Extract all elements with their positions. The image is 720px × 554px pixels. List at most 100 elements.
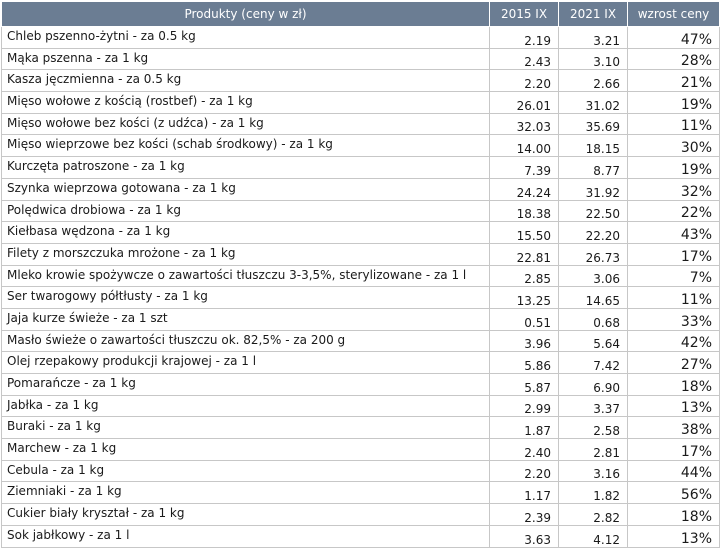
product-cell: Mleko krowie spożywcze o zawartości tłus… [1, 264, 490, 288]
price-comparison-table: Produkty (ceny w zł) 2015 IX 2021 IX wzr… [1, 1, 720, 548]
price-2021-cell: 3.37 [558, 394, 628, 418]
table-row: Cukier biały kryształ - za 1 kg 2.39 2.82 1… [1, 503, 720, 526]
growth-cell: 56% [627, 481, 720, 505]
price-2021-cell: 5.64 [558, 329, 628, 353]
price-2021-cell: 31.02 [558, 91, 628, 114]
price-2015-cell: 2.20 [489, 69, 559, 93]
price-2015-cell: 1.87 [489, 416, 559, 440]
product-cell: Polędwica drobiowa - za 1 kg [1, 199, 490, 223]
growth-cell: 33% [627, 307, 720, 331]
product-cell: Masło świeże o zawartości tłuszczu ok. 8… [1, 329, 490, 353]
growth-cell: 38% [627, 416, 720, 440]
price-2015-cell: 32.03 [489, 112, 559, 136]
growth-cell: 43% [627, 221, 720, 244]
product-cell: Buraki - za 1 kg [1, 416, 490, 440]
growth-cell: 32% [627, 177, 720, 201]
price-2015-cell: 3.63 [489, 524, 559, 548]
price-2015-cell: 5.86 [489, 351, 559, 374]
price-2015-cell: 13.25 [489, 286, 559, 309]
price-2021-cell: 26.73 [558, 242, 628, 266]
product-cell: Kurczęta patroszone - za 1 kg [1, 156, 490, 179]
product-cell: Ser twarogowy półtłusty - za 1 kg [1, 286, 490, 309]
price-2015-cell: 1.17 [489, 481, 559, 505]
product-cell: Sok jabłkowy - za 1 l [1, 524, 490, 548]
price-2021-cell: 3.21 [558, 26, 628, 49]
growth-cell: 22% [627, 199, 720, 223]
table-row: Ziemniaki - za 1 kg 1.17 1.82 56% [1, 481, 720, 505]
product-cell: Cukier biały kryształ - za 1 kg [1, 503, 490, 526]
product-cell: Mięso wołowe bez kości (z udźca) - za 1 … [1, 112, 490, 136]
growth-cell: 7% [627, 264, 720, 288]
header-2021: 2021 IX [558, 1, 628, 27]
price-2015-cell: 2.43 [489, 47, 559, 71]
price-2015-cell: 26.01 [489, 91, 559, 114]
price-2015-cell: 2.99 [489, 394, 559, 418]
growth-cell: 11% [627, 286, 720, 309]
price-2021-cell: 22.20 [558, 221, 628, 244]
growth-cell: 17% [627, 438, 720, 461]
price-2015-cell: 2.85 [489, 264, 559, 288]
price-2021-cell: 1.82 [558, 481, 628, 505]
price-2015-cell: 7.39 [489, 156, 559, 179]
table-row: Mięso wieprzowe bez kości (schab środkow… [1, 134, 720, 158]
product-cell: Pomarańcze - za 1 kg [1, 373, 490, 396]
price-2015-cell: 2.19 [489, 26, 559, 49]
growth-cell: 19% [627, 91, 720, 114]
table-row: Kiełbasa wędzona - za 1 kg 15.50 22.20 43% [1, 221, 720, 244]
price-2021-cell: 18.15 [558, 134, 628, 158]
product-cell: Kiełbasa wędzona - za 1 kg [1, 221, 490, 244]
product-cell: Cebula - za 1 kg [1, 459, 490, 483]
table-header: Produkty (ceny w zł) 2015 IX 2021 IX wzr… [1, 1, 720, 27]
growth-cell: 27% [627, 351, 720, 374]
table-row: Pomarańcze - za 1 kg 5.87 6.90 18% [1, 373, 720, 396]
table-row: Jaja kurze świeże - za 1 szt 0.51 0.68 33% [1, 307, 720, 331]
table-row: Szynka wieprzowa gotowana - za 1 kg 24.24… [1, 177, 720, 201]
header-growth: wzrost ceny [627, 1, 720, 27]
price-2015-cell: 3.96 [489, 329, 559, 353]
table-row: Masło świeże o zawartości tłuszczu ok. 8… [1, 329, 720, 353]
price-2021-cell: 6.90 [558, 373, 628, 396]
growth-cell: 13% [627, 524, 720, 548]
price-2015-cell: 0.51 [489, 307, 559, 331]
product-cell: Marchew - za 1 kg [1, 438, 490, 461]
growth-cell: 47% [627, 26, 720, 49]
price-2021-cell: 3.06 [558, 264, 628, 288]
growth-cell: 21% [627, 69, 720, 93]
header-2015: 2015 IX [489, 1, 559, 27]
header-product: Produkty (ceny w zł) [1, 1, 490, 27]
price-2021-cell: 3.16 [558, 459, 628, 483]
price-2021-cell: 3.10 [558, 47, 628, 71]
table-row: Olej rzepakowy produkcji krajowej - za 1… [1, 351, 720, 374]
price-2021-cell: 0.68 [558, 307, 628, 331]
table-row: Mięso wołowe z kością (rostbef) - za 1 k… [1, 91, 720, 114]
price-2021-cell: 7.42 [558, 351, 628, 374]
price-2015-cell: 18.38 [489, 199, 559, 223]
price-2015-cell: 15.50 [489, 221, 559, 244]
growth-cell: 28% [627, 47, 720, 71]
product-cell: Olej rzepakowy produkcji krajowej - za 1… [1, 351, 490, 374]
price-2015-cell: 2.20 [489, 459, 559, 483]
growth-cell: 11% [627, 112, 720, 136]
growth-cell: 18% [627, 503, 720, 526]
table-row: Marchew - za 1 kg 2.40 2.81 17% [1, 438, 720, 461]
table-row: Chleb pszenno-żytni - za 0.5 kg 2.19 3.21 4… [1, 26, 720, 49]
growth-cell: 44% [627, 459, 720, 483]
price-2021-cell: 2.58 [558, 416, 628, 440]
price-2021-cell: 4.12 [558, 524, 628, 548]
table-row: Cebula - za 1 kg 2.20 3.16 44% [1, 459, 720, 483]
product-cell: Ziemniaki - za 1 kg [1, 481, 490, 505]
growth-cell: 19% [627, 156, 720, 179]
growth-cell: 17% [627, 242, 720, 266]
product-cell: Mięso wieprzowe bez kości (schab środkow… [1, 134, 490, 158]
header-row: Produkty (ceny w zł) 2015 IX 2021 IX wzr… [1, 1, 720, 27]
price-2021-cell: 14.65 [558, 286, 628, 309]
price-2015-cell: 2.39 [489, 503, 559, 526]
price-2021-cell: 31.92 [558, 177, 628, 201]
price-2015-cell: 5.87 [489, 373, 559, 396]
growth-cell: 42% [627, 329, 720, 353]
table-row: Filety z morszczuka mrożone - za 1 kg 22.… [1, 242, 720, 266]
price-2021-cell: 35.69 [558, 112, 628, 136]
price-2015-cell: 22.81 [489, 242, 559, 266]
product-cell: Filety z morszczuka mrożone - za 1 kg [1, 242, 490, 266]
growth-cell: 18% [627, 373, 720, 396]
